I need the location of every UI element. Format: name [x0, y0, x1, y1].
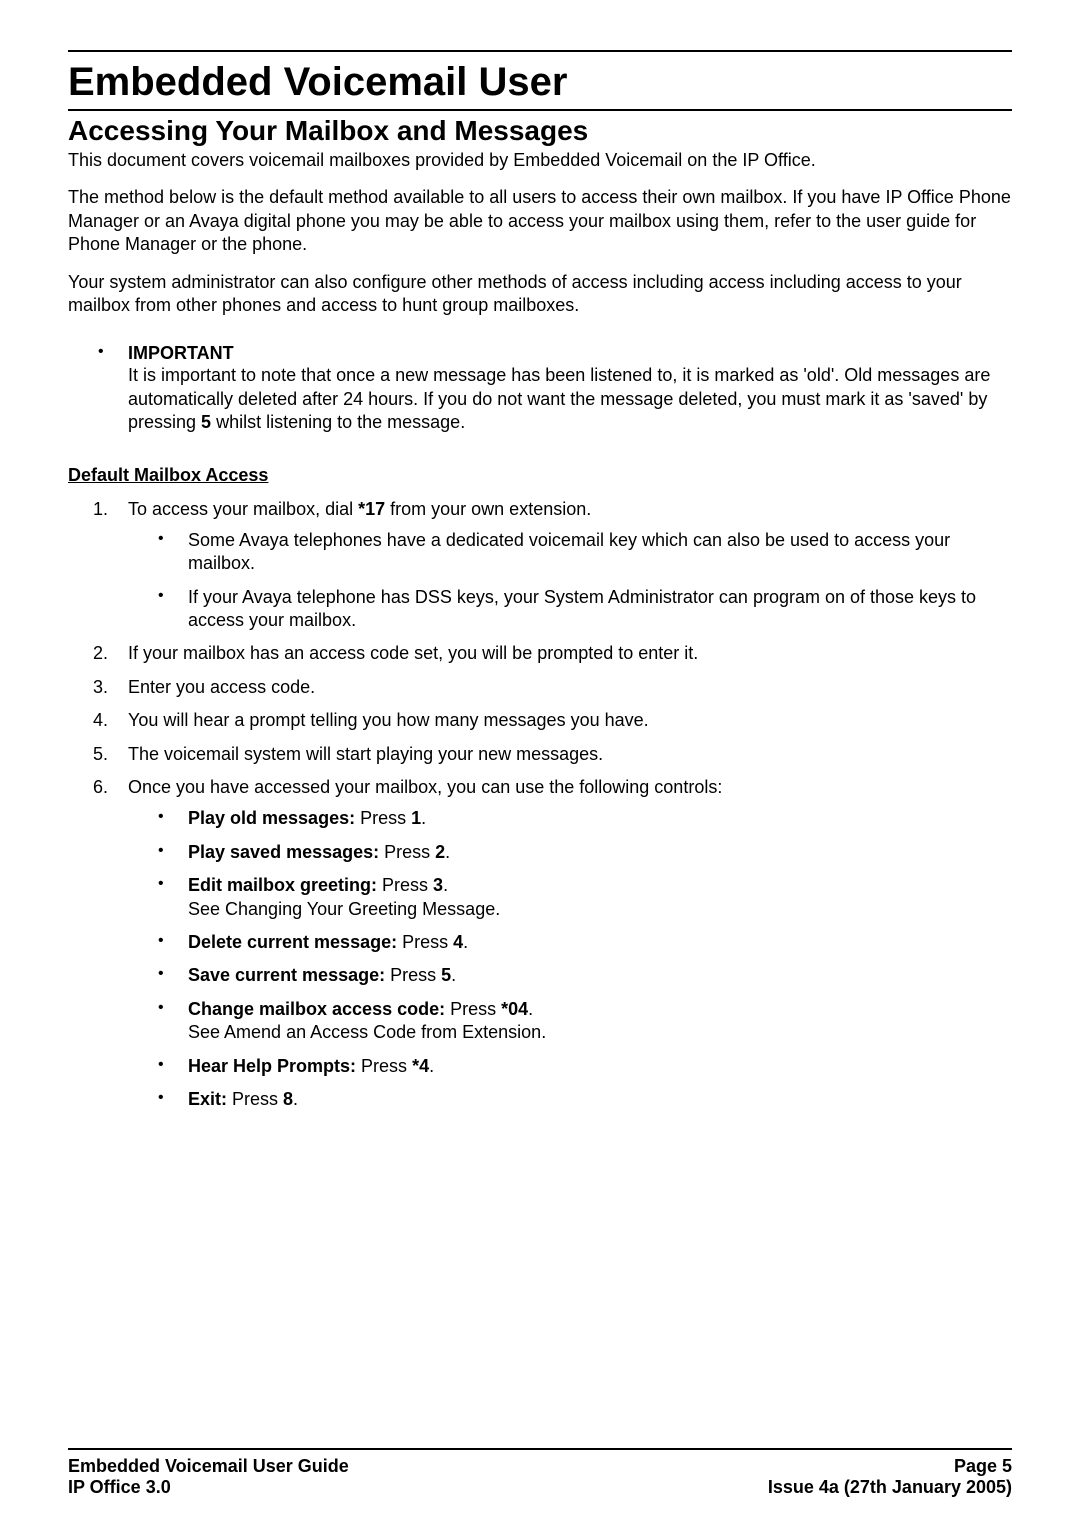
step-item: If your mailbox has an access code set, … [128, 642, 1012, 665]
list-item: Edit mailbox greeting: Press 3. See Chan… [188, 874, 1012, 921]
control-label: Save current message: [188, 965, 385, 985]
footer-issue: Issue 4a (27th January 2005) [768, 1477, 1012, 1498]
key: 3 [433, 875, 443, 895]
text: . [429, 1056, 434, 1076]
control-label: Exit: [188, 1089, 227, 1109]
list-item: Delete current message: Press 4. [188, 931, 1012, 954]
text: Press [355, 808, 411, 828]
control-label: Play saved messages: [188, 842, 379, 862]
text: To access your mailbox, dial [128, 499, 358, 519]
text: . [443, 875, 448, 895]
text: Press [379, 842, 435, 862]
control-note: See Amend an Access Code from Extension. [188, 1022, 546, 1042]
text: . [463, 932, 468, 952]
text: Press [445, 999, 501, 1019]
section-heading: Accessing Your Mailbox and Messages [68, 115, 1012, 147]
list-item: Some Avaya telephones have a dedicated v… [188, 529, 1012, 576]
list-item: Save current message: Press 5. [188, 964, 1012, 987]
step-item: The voicemail system will start playing … [128, 743, 1012, 766]
paragraph: Your system administrator can also confi… [68, 271, 1012, 318]
text: Press [227, 1089, 283, 1109]
text: Once you have accessed your mailbox, you… [128, 777, 722, 797]
subheading: Default Mailbox Access [68, 465, 1012, 486]
list-item: Exit: Press 8. [188, 1088, 1012, 1111]
step-item: Enter you access code. [128, 676, 1012, 699]
list-item: Play saved messages: Press 2. [188, 841, 1012, 864]
text: from your own extension. [385, 499, 591, 519]
key: *4 [412, 1056, 429, 1076]
page-content: Embedded Voicemail User Accessing Your M… [68, 50, 1012, 1111]
text: Press [385, 965, 441, 985]
footer-doc-title: Embedded Voicemail User Guide [68, 1456, 349, 1477]
footer-left: Embedded Voicemail User Guide IP Office … [68, 1456, 349, 1498]
text: Press [377, 875, 433, 895]
text: . [293, 1089, 298, 1109]
document-title: Embedded Voicemail User [68, 60, 1012, 111]
key: 5 [441, 965, 451, 985]
control-label: Change mailbox access code: [188, 999, 445, 1019]
important-block: IMPORTANT It is important to note that o… [128, 343, 1012, 434]
important-label: IMPORTANT [128, 343, 1012, 364]
footer-right: Page 5 Issue 4a (27th January 2005) [768, 1456, 1012, 1498]
key: *17 [358, 499, 385, 519]
list-item: Hear Help Prompts: Press *4. [188, 1055, 1012, 1078]
step-item: To access your mailbox, dial *17 from yo… [128, 498, 1012, 633]
footer-page-number: Page 5 [768, 1456, 1012, 1477]
control-label: Play old messages: [188, 808, 355, 828]
text: Press [356, 1056, 412, 1076]
list-item: Play old messages: Press 1. [188, 807, 1012, 830]
list-item: If your Avaya telephone has DSS keys, yo… [188, 586, 1012, 633]
control-label: Hear Help Prompts: [188, 1056, 356, 1076]
page-footer: Embedded Voicemail User Guide IP Office … [68, 1448, 1012, 1498]
important-text: It is important to note that once a new … [128, 364, 1012, 434]
footer-product: IP Office 3.0 [68, 1477, 349, 1498]
key: 8 [283, 1089, 293, 1109]
controls-list: Play old messages: Press 1. Play saved m… [188, 807, 1012, 1111]
key: *04 [501, 999, 528, 1019]
key: 4 [453, 932, 463, 952]
steps-list: To access your mailbox, dial *17 from yo… [128, 498, 1012, 1112]
control-label: Edit mailbox greeting: [188, 875, 377, 895]
text: . [451, 965, 456, 985]
text: whilst listening to the message. [211, 412, 465, 432]
text: . [528, 999, 533, 1019]
text: Press [397, 932, 453, 952]
text: . [445, 842, 450, 862]
sub-list: Some Avaya telephones have a dedicated v… [188, 529, 1012, 633]
key: 1 [411, 808, 421, 828]
paragraph: This document covers voicemail mailboxes… [68, 149, 1012, 172]
key: 2 [435, 842, 445, 862]
list-item: Change mailbox access code: Press *04. S… [188, 998, 1012, 1045]
control-label: Delete current message: [188, 932, 397, 952]
paragraph: The method below is the default method a… [68, 186, 1012, 256]
key: 5 [201, 412, 211, 432]
control-note: See Changing Your Greeting Message. [188, 899, 500, 919]
text: . [421, 808, 426, 828]
step-item: Once you have accessed your mailbox, you… [128, 776, 1012, 1111]
step-item: You will hear a prompt telling you how m… [128, 709, 1012, 732]
